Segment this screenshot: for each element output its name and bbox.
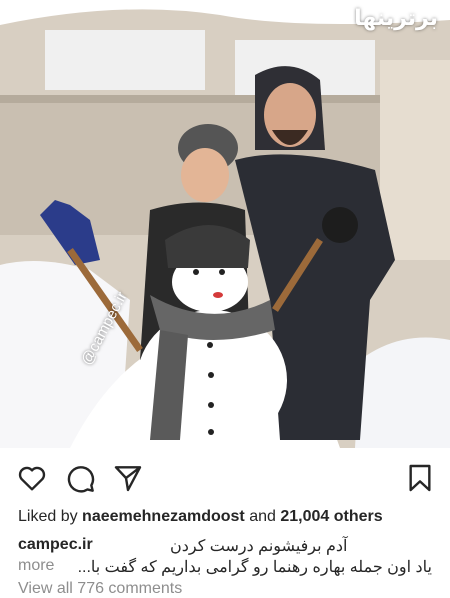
- post-photo[interactable]: برترینها @campec.ir: [0, 0, 450, 448]
- bookmark-icon[interactable]: [404, 462, 436, 494]
- caption-more-link[interactable]: more: [18, 557, 54, 575]
- view-all-comments-link[interactable]: View all 776 comments: [18, 580, 182, 598]
- snow-scene-image: [0, 0, 450, 448]
- liker-username[interactable]: naeemehnezamdoost: [82, 508, 245, 525]
- caption-line-1: آدم برفیشونم درست کردن: [170, 538, 348, 555]
- likes-prefix: Liked by: [18, 508, 83, 525]
- site-watermark: برترینها: [354, 6, 438, 31]
- comment-icon[interactable]: [64, 462, 96, 494]
- heart-icon[interactable]: [16, 462, 48, 494]
- caption-username[interactable]: campec.ir: [18, 536, 93, 554]
- likes-count[interactable]: 21,004 others: [280, 508, 382, 525]
- caption-line-2: یاد اون جمله بهاره رهنما رو گرامی بداریم…: [77, 559, 432, 576]
- send-icon[interactable]: [112, 462, 144, 494]
- likes-summary[interactable]: Liked by naeemehnezamdoost and 21,004 ot…: [18, 508, 383, 526]
- likes-and: and: [244, 508, 281, 525]
- post-action-bar: [0, 448, 450, 506]
